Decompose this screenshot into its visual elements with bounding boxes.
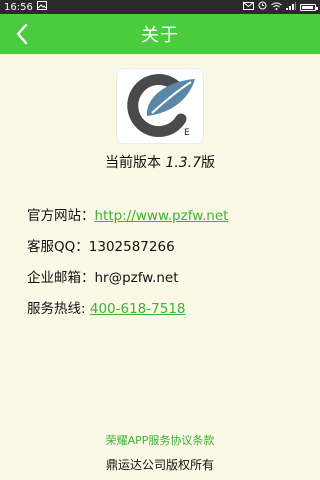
service-agreement-link[interactable]: 荣耀APP服务协议条款 [0, 432, 320, 448]
back-button[interactable] [8, 19, 36, 49]
qq-label: 客服QQ： [27, 239, 89, 255]
logo-letter-e: E [184, 128, 190, 138]
gallery-icon [36, 1, 47, 13]
version-suffix: 版 [201, 155, 216, 171]
version-text: 当前版本 1.3.7版 [0, 152, 320, 172]
email-value: hr@pzfw.net [94, 270, 179, 286]
page-title: 关于 [141, 25, 179, 46]
email-label: 企业邮箱： [27, 270, 95, 286]
website-label: 官方网站： [27, 208, 95, 224]
hotline-label: 服务热线: [27, 301, 86, 317]
qq-value: 1302587266 [88, 239, 175, 255]
alarm-icon [258, 1, 267, 13]
battery-icon [300, 3, 318, 11]
wifi-icon [271, 2, 282, 13]
email-row: 企业邮箱：hr@pzfw.net [27, 267, 307, 298]
hotline-link[interactable]: 400-618-7518 [90, 301, 186, 317]
version-number: 1.3.7 [165, 155, 202, 171]
status-right [243, 1, 318, 13]
chevron-left-icon [16, 23, 28, 45]
copyright-text: 鼎运达公司版权所有 [105, 458, 214, 472]
signal-icon [286, 1, 296, 13]
website-link[interactable]: http://www.pzfw.net [95, 208, 229, 224]
app-bar: 关于 [0, 14, 320, 54]
email-icon [243, 1, 254, 13]
version-label: 当前版本 [104, 155, 161, 171]
qq-row: 客服QQ：1302587266 [27, 236, 307, 267]
status-left: 16:56 [4, 1, 47, 13]
website-row: 官方网站：http://www.pzfw.net [27, 205, 307, 236]
status-time: 16:56 [4, 1, 33, 13]
contact-info: 官方网站：http://www.pzfw.net 客服QQ：1302587266… [27, 205, 307, 329]
hotline-row: 服务热线: 400-618-7518 [27, 298, 307, 329]
app-logo: E [117, 69, 203, 143]
status-bar: 16:56 [0, 0, 320, 14]
